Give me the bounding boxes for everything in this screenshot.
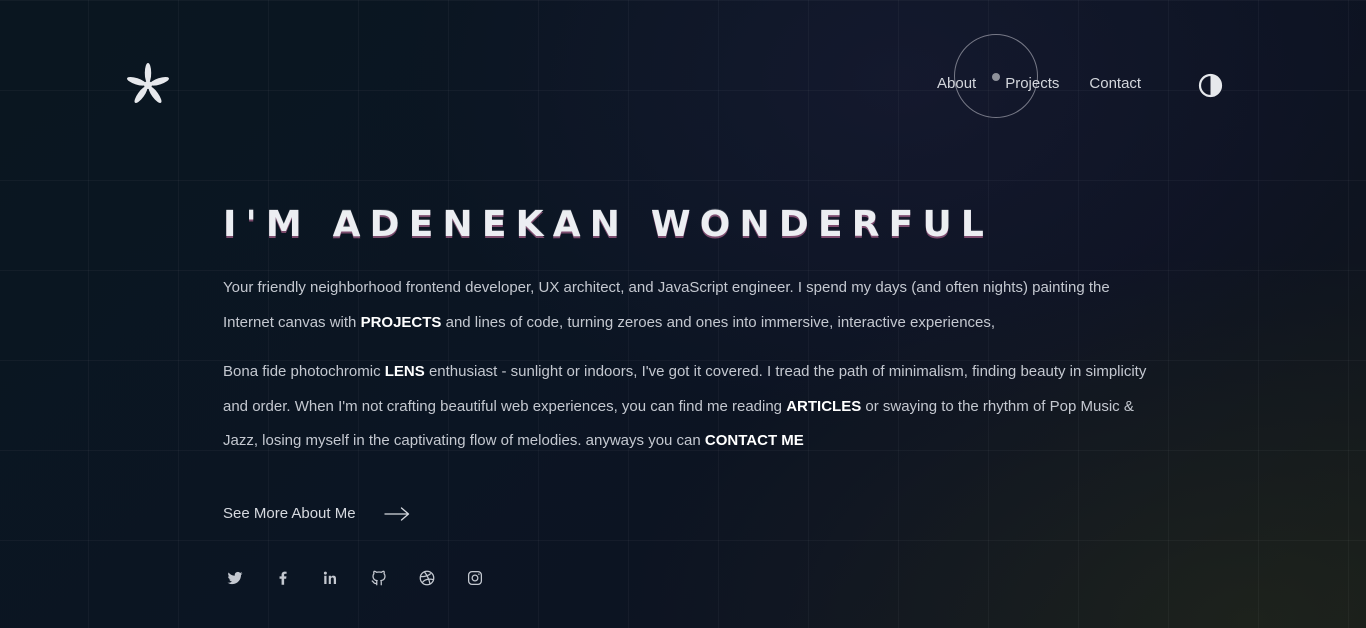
arrow-right-icon xyxy=(383,506,409,521)
bio-text-1: Bona fide photochromic xyxy=(223,363,385,380)
projects-link[interactable]: PROJECTS xyxy=(361,314,442,331)
intro-paragraph: Your friendly neighborhood frontend deve… xyxy=(223,271,1153,340)
contrast-icon xyxy=(1198,73,1223,98)
instagram-link[interactable] xyxy=(464,569,486,587)
see-more-label: See More About Me xyxy=(223,505,356,522)
social-links xyxy=(224,569,512,587)
theme-toggle-button[interactable] xyxy=(1198,73,1223,98)
twitter-link[interactable] xyxy=(224,569,246,587)
instagram-icon xyxy=(467,570,483,586)
cursor-dot xyxy=(992,73,1000,81)
asterisk-logo-icon[interactable] xyxy=(126,62,170,108)
linkedin-link[interactable] xyxy=(320,569,342,587)
linkedin-icon xyxy=(323,571,337,584)
lens-link[interactable]: LENS xyxy=(385,363,425,380)
intro-text-2: and lines of code, turning zeroes and on… xyxy=(441,313,996,331)
articles-link[interactable]: ARTICLES xyxy=(786,398,861,415)
see-more-about-link[interactable]: See More About Me xyxy=(223,505,410,522)
github-icon xyxy=(371,570,386,586)
facebook-icon xyxy=(279,571,287,585)
twitter-icon xyxy=(227,571,243,585)
hero-title: I'M ADENEKAN WONDERFUL xyxy=(223,204,994,245)
nav-contact-link[interactable]: Contact xyxy=(1089,74,1141,94)
dribbble-link[interactable] xyxy=(416,569,438,587)
bio-paragraph: Bona fide photochromic LENS enthusiast -… xyxy=(223,355,1153,459)
contact-me-link[interactable]: CONTACT ME xyxy=(705,432,804,449)
github-link[interactable] xyxy=(368,569,390,587)
dribbble-icon xyxy=(419,570,435,586)
facebook-link[interactable] xyxy=(272,569,294,587)
